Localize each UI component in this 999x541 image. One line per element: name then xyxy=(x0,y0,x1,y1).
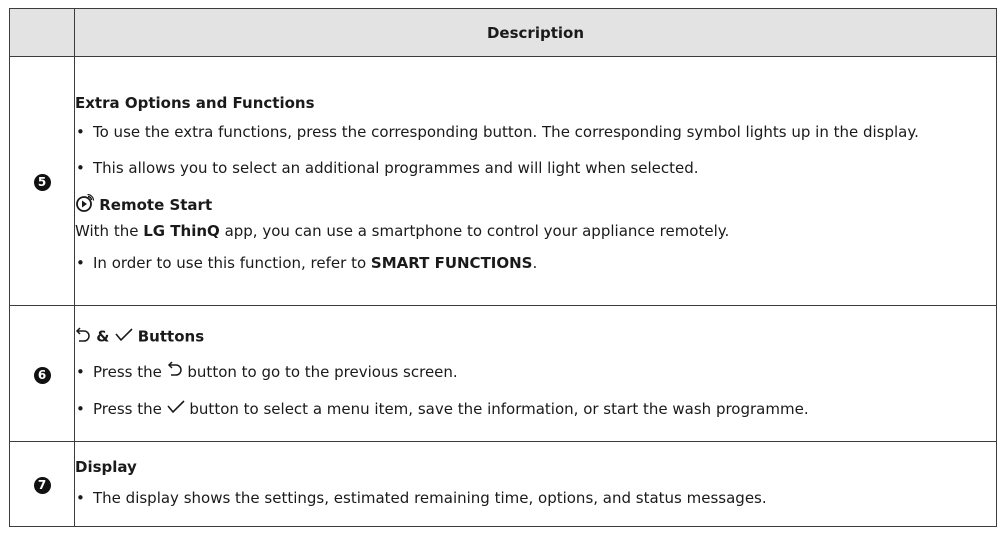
back-arrow-icon xyxy=(167,360,183,385)
table-row: 7 Display • The display shows the setting… xyxy=(9,441,997,527)
list-item: • The display shows the settings, estimat… xyxy=(76,489,767,507)
row-title: Extra Options and Functions xyxy=(75,93,315,112)
row-title: & Buttons xyxy=(75,326,996,348)
list-item: • This allows you to select an additional… xyxy=(76,158,699,177)
remote-start-icon xyxy=(75,193,95,217)
list-item: • Press the button to go to the previous … xyxy=(75,360,996,385)
row-description-cell: Extra Options and Functions • To use the … xyxy=(74,56,997,306)
list-item: • Press the button to select a menu item,… xyxy=(75,397,996,422)
number-column-header xyxy=(9,8,75,57)
table-row: 5 Extra Options and Functions • To use th… xyxy=(9,56,997,306)
row-number-cell: 7 xyxy=(9,441,75,527)
remote-start-heading: Remote Start xyxy=(75,193,996,217)
table-header-row: Description xyxy=(9,8,997,57)
description-column-header: Description xyxy=(74,8,997,57)
description-table: Description 5 Extra Options and Function… xyxy=(9,8,997,527)
row-description-cell: & Buttons • Press the button to go to the… xyxy=(74,305,997,442)
table-row: 6 & Buttons • Press the button to go to t… xyxy=(9,305,997,442)
remote-start-text: With the LG ThinQ app, you can use a sma… xyxy=(75,221,730,240)
row-description-cell: Display • The display shows the settings,… xyxy=(74,441,997,527)
row-title: Display xyxy=(75,458,137,476)
row-number-cell: 6 xyxy=(9,305,75,442)
checkmark-icon xyxy=(167,397,185,421)
row-number-cell: 5 xyxy=(9,56,75,306)
row-number-badge: 5 xyxy=(33,174,51,191)
list-item: • To use the extra functions, press the c… xyxy=(76,122,919,141)
row-number-badge: 7 xyxy=(33,477,51,494)
row-number-badge: 6 xyxy=(33,366,51,384)
checkmark-icon xyxy=(114,328,133,346)
list-item: • In order to use this function, refer to… xyxy=(76,253,538,272)
back-arrow-icon xyxy=(75,326,91,348)
